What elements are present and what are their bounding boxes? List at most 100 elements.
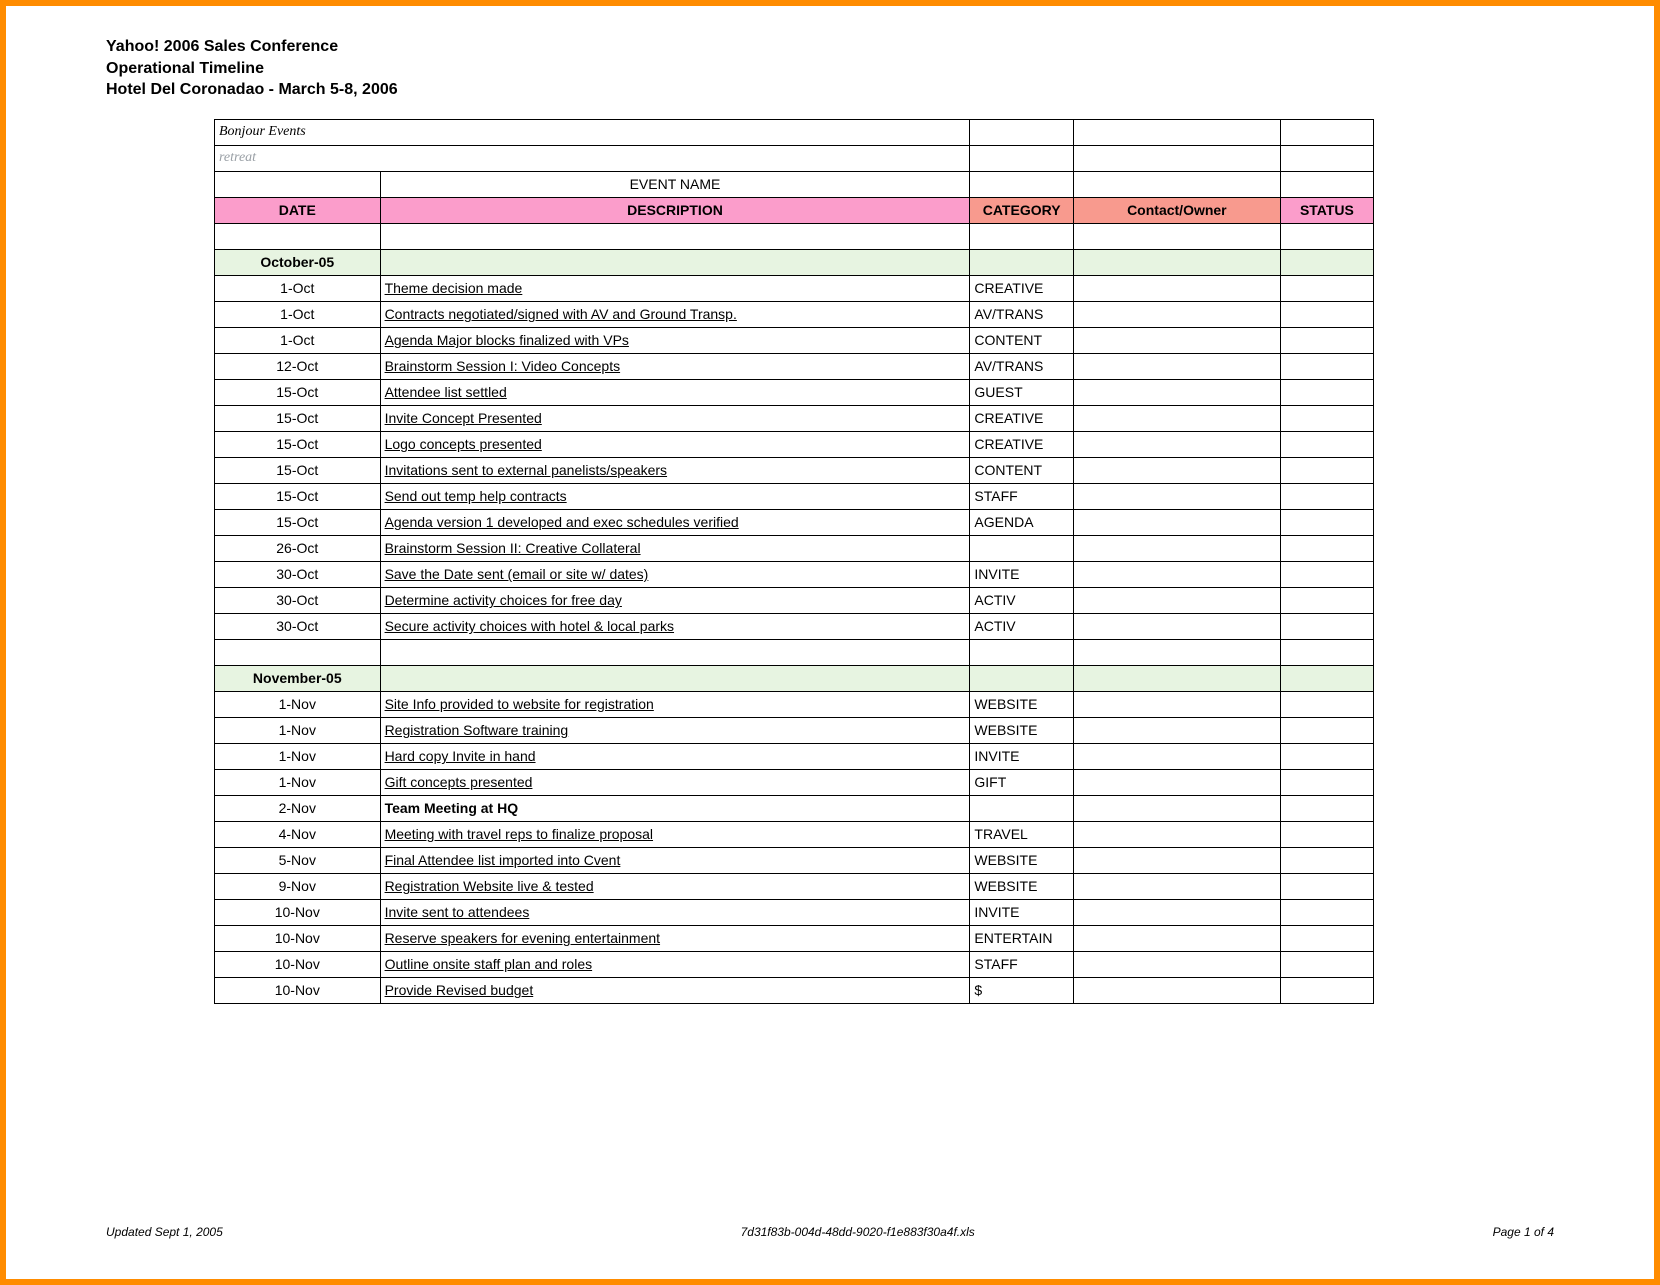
page-footer: Updated Sept 1, 2005 7d31f83b-004d-48dd-… — [106, 1225, 1554, 1239]
cell-category: CREATIVE — [970, 405, 1073, 431]
cell-date: 15-Oct — [215, 405, 381, 431]
cell-date: 10-Nov — [215, 977, 381, 1003]
cell-owner — [1073, 483, 1280, 509]
cell-status — [1280, 535, 1373, 561]
table-row: 12-OctBrainstorm Session I: Video Concep… — [215, 353, 1374, 379]
cell-description: Agenda version 1 developed and exec sche… — [380, 509, 970, 535]
cell-category: $ — [970, 977, 1073, 1003]
cell-owner — [1073, 795, 1280, 821]
month-label: November-05 — [215, 665, 381, 691]
cell-date: 30-Oct — [215, 587, 381, 613]
month-label: October-05 — [215, 249, 381, 275]
cell-owner — [1073, 535, 1280, 561]
cell-owner — [1073, 509, 1280, 535]
cell-status — [1280, 405, 1373, 431]
cell-date: 10-Nov — [215, 899, 381, 925]
table-row: 2-NovTeam Meeting at HQ — [215, 795, 1374, 821]
cell-date: 15-Oct — [215, 431, 381, 457]
cell-category: STAFF — [970, 483, 1073, 509]
cell-category: CREATIVE — [970, 431, 1073, 457]
cell-category: CREATIVE — [970, 275, 1073, 301]
cell-status — [1280, 353, 1373, 379]
document-header: Yahoo! 2006 Sales Conference Operational… — [106, 36, 1554, 101]
cell-description: Theme decision made — [380, 275, 970, 301]
cell-description: Brainstorm Session II: Creative Collater… — [380, 535, 970, 561]
cell-status — [1280, 431, 1373, 457]
cell-description: Final Attendee list imported into Cvent — [380, 847, 970, 873]
cell-owner — [1073, 925, 1280, 951]
month-header-row: October-05 — [215, 249, 1374, 275]
cell-date: 1-Oct — [215, 327, 381, 353]
cell-category: CONTENT — [970, 327, 1073, 353]
retreat-label: retreat — [215, 145, 970, 171]
cell-owner — [1073, 951, 1280, 977]
cell-description: Reserve speakers for evening entertainme… — [380, 925, 970, 951]
cell-description: Hard copy Invite in hand — [380, 743, 970, 769]
cell-date: 1-Nov — [215, 769, 381, 795]
cell-description: Registration Software training — [380, 717, 970, 743]
document-frame: Yahoo! 2006 Sales Conference Operational… — [0, 0, 1660, 1285]
cell-status — [1280, 925, 1373, 951]
cell-category: ACTIV — [970, 613, 1073, 639]
cell-description: Agenda Major blocks finalized with VPs — [380, 327, 970, 353]
table-row: 15-OctLogo concepts presentedCREATIVE — [215, 431, 1374, 457]
cell-description: Meeting with travel reps to finalize pro… — [380, 821, 970, 847]
cell-owner — [1073, 847, 1280, 873]
cell-status — [1280, 795, 1373, 821]
cell-status — [1280, 561, 1373, 587]
cell-date: 15-Oct — [215, 379, 381, 405]
cell-description: Provide Revised budget — [380, 977, 970, 1003]
table-row: 4-NovMeeting with travel reps to finaliz… — [215, 821, 1374, 847]
table-row: 10-NovProvide Revised budget$ — [215, 977, 1374, 1003]
month-header-row: November-05 — [215, 665, 1374, 691]
cell-owner — [1073, 717, 1280, 743]
cell-status — [1280, 743, 1373, 769]
cell-owner — [1073, 275, 1280, 301]
cell-owner — [1073, 431, 1280, 457]
cell-status — [1280, 977, 1373, 1003]
cell-status — [1280, 379, 1373, 405]
cell-date: 12-Oct — [215, 353, 381, 379]
col-header-category: CATEGORY — [970, 197, 1073, 223]
cell-description: Gift concepts presented — [380, 769, 970, 795]
event-name-label: EVENT NAME — [380, 171, 970, 197]
table-row: 1-OctAgenda Major blocks finalized with … — [215, 327, 1374, 353]
cell-owner — [1073, 613, 1280, 639]
footer-updated: Updated Sept 1, 2005 — [106, 1225, 223, 1239]
cell-status — [1280, 301, 1373, 327]
cell-owner — [1073, 769, 1280, 795]
cell-date: 26-Oct — [215, 535, 381, 561]
cell-owner — [1073, 327, 1280, 353]
cell-date: 15-Oct — [215, 483, 381, 509]
cell-description: Contracts negotiated/signed with AV and … — [380, 301, 970, 327]
cell-owner — [1073, 587, 1280, 613]
table-row: 1-NovRegistration Software trainingWEBSI… — [215, 717, 1374, 743]
cell-category — [970, 535, 1073, 561]
table-row: 15-OctInvite Concept PresentedCREATIVE — [215, 405, 1374, 431]
cell-category: INVITE — [970, 899, 1073, 925]
cell-status — [1280, 821, 1373, 847]
table-row: 15-OctAgenda version 1 developed and exe… — [215, 509, 1374, 535]
cell-category: INVITE — [970, 743, 1073, 769]
table-row: 15-OctAttendee list settledGUEST — [215, 379, 1374, 405]
cell-owner — [1073, 561, 1280, 587]
header-line-1: Yahoo! 2006 Sales Conference — [106, 36, 1554, 58]
footer-page: Page 1 of 4 — [1493, 1225, 1554, 1239]
cell-owner — [1073, 379, 1280, 405]
table-row: 1-NovHard copy Invite in handINVITE — [215, 743, 1374, 769]
col-header-owner: Contact/Owner — [1073, 197, 1280, 223]
cell-category: WEBSITE — [970, 873, 1073, 899]
cell-date: 30-Oct — [215, 613, 381, 639]
table-row: 30-OctDetermine activity choices for fre… — [215, 587, 1374, 613]
cell-date: 2-Nov — [215, 795, 381, 821]
brand-label: Bonjour Events — [215, 119, 970, 145]
cell-date: 5-Nov — [215, 847, 381, 873]
cell-description: Team Meeting at HQ — [380, 795, 970, 821]
cell-owner — [1073, 405, 1280, 431]
table-row: 10-NovOutline onsite staff plan and role… — [215, 951, 1374, 977]
header-line-3: Hotel Del Coronadao - March 5-8, 2006 — [106, 79, 1554, 101]
table-row: 1-NovGift concepts presentedGIFT — [215, 769, 1374, 795]
cell-category: ACTIV — [970, 587, 1073, 613]
table-row: 1-OctContracts negotiated/signed with AV… — [215, 301, 1374, 327]
cell-category: GIFT — [970, 769, 1073, 795]
